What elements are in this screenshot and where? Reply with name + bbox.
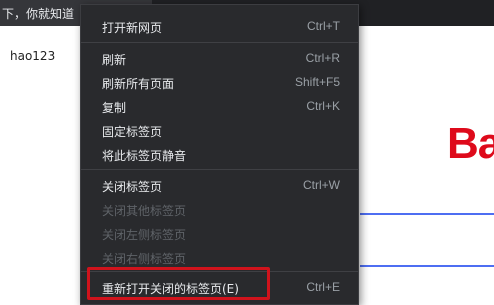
menu-item-close-tab[interactable]: 关闭标签页 Ctrl+W — [81, 173, 358, 197]
menu-item-shortcut: Shift+F5 — [294, 75, 340, 89]
menu-item-close-other-tabs: 关闭其他标签页 — [81, 197, 358, 221]
menu-item-shortcut: Ctrl+K — [306, 99, 340, 113]
menu-item-label: 刷新 — [102, 53, 127, 67]
menu-item-label: 刷新所有页面 — [102, 77, 175, 91]
menu-item-shortcut: Ctrl+W — [303, 178, 340, 192]
menu-item-shortcut: Ctrl+E — [306, 280, 340, 294]
menu-item-label: 复制 — [102, 101, 127, 115]
menu-item-pin-tab[interactable]: 固定标签页 — [81, 118, 358, 142]
menu-item-mute-tab[interactable]: 将此标签页静音 — [81, 142, 358, 166]
search-box-top-border — [360, 213, 494, 215]
menu-item-label: 关闭右侧标签页 — [102, 252, 187, 266]
menu-item-new-tab[interactable]: 打开新网页 Ctrl+T — [81, 14, 358, 38]
baidu-logo: Ba — [447, 119, 494, 168]
menu-item-duplicate[interactable]: 复制 Ctrl+K — [81, 94, 358, 118]
menu-item-label: 固定标签页 — [102, 125, 163, 139]
tab-context-menu: 打开新网页 Ctrl+T 刷新 Ctrl+R 刷新所有页面 Shift+F5 复… — [80, 4, 359, 305]
menu-separator — [81, 42, 358, 43]
menu-item-reload[interactable]: 刷新 Ctrl+R — [81, 46, 358, 70]
menu-item-close-tabs-right: 关闭右侧标签页 — [81, 245, 358, 269]
hao123-link[interactable]: hao123 — [10, 49, 55, 63]
menu-item-reload-all[interactable]: 刷新所有页面 Shift+F5 — [81, 70, 358, 94]
menu-item-shortcut: Ctrl+R — [305, 51, 340, 65]
menu-item-label: 打开新网页 — [102, 21, 163, 35]
menu-separator — [81, 169, 358, 170]
menu-item-label: 关闭左侧标签页 — [102, 228, 187, 242]
menu-item-label: 将此标签页静音 — [102, 149, 187, 163]
menu-item-shortcut: Ctrl+T — [307, 19, 340, 33]
menu-item-label: 关闭其他标签页 — [102, 204, 187, 218]
menu-item-close-tabs-left: 关闭左侧标签页 — [81, 221, 358, 245]
highlight-annotation-box — [87, 267, 270, 300]
tab-title: 下，你就知道 — [2, 7, 75, 21]
search-box-bottom-border — [360, 265, 494, 267]
menu-item-label: 关闭标签页 — [102, 180, 163, 194]
